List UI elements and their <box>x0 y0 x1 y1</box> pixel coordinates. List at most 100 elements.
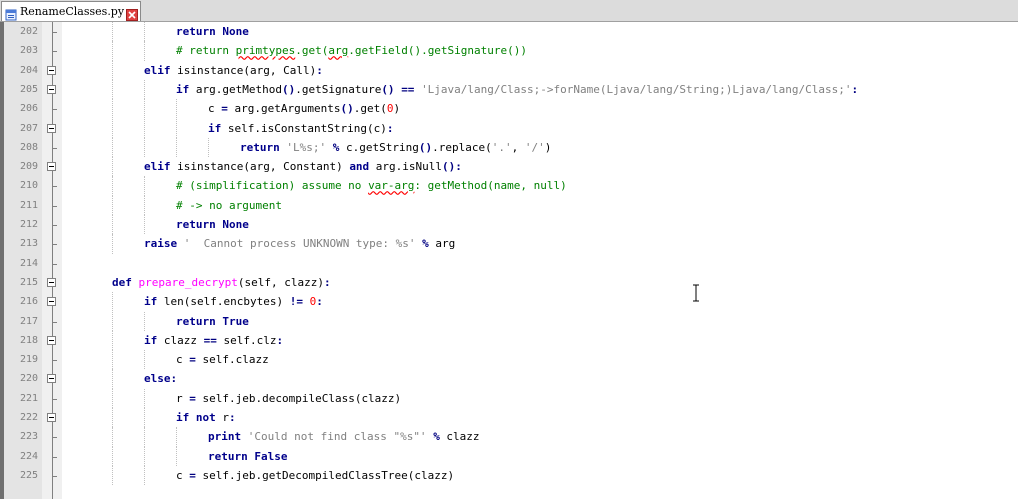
code-token: .replace( <box>432 140 492 154</box>
code-token: return <box>208 449 248 463</box>
fold-toggle-icon[interactable] <box>47 335 56 345</box>
fold-toggle-icon[interactable] <box>47 65 56 75</box>
code-line[interactable]: r = self.jeb.decompileClass(clazz) <box>176 389 401 408</box>
code-token: 'L%s;' <box>286 140 327 154</box>
code-token: arg.getMethod <box>189 82 282 96</box>
code-token: () <box>418 140 433 154</box>
tab-bar: RenameClasses.py <box>0 0 1018 22</box>
code-token: # return <box>176 44 236 58</box>
code-token: () <box>281 82 296 96</box>
fold-tick <box>52 437 57 439</box>
code-line[interactable]: return 'L%s;' % c.getString().replace('.… <box>240 138 551 157</box>
code-line[interactable]: if not r: <box>176 408 236 427</box>
code-token: # -> no argument <box>176 198 282 212</box>
fold-toggle-icon[interactable] <box>47 123 56 133</box>
code-token: 'Could not find class "%s"' <box>247 430 427 444</box>
line-number: 221 <box>19 392 38 404</box>
text-cursor-icon <box>692 284 700 302</box>
indent-guide <box>112 311 113 331</box>
tab-renameclasses[interactable]: RenameClasses.py <box>1 1 142 21</box>
indent-guide <box>112 215 113 235</box>
indent-guide <box>144 311 145 331</box>
code-line[interactable]: return None <box>176 215 249 234</box>
code-token: clazz <box>439 430 480 444</box>
indent-guide <box>112 137 113 158</box>
fold-tick <box>52 147 57 149</box>
fold-tick <box>52 398 57 400</box>
code-line[interactable]: # (simplification) assume no var-arg: ge… <box>176 176 567 195</box>
code-token: raise <box>144 237 178 251</box>
tab-label: RenameClasses.py <box>20 5 125 18</box>
code-line[interactable]: return True <box>176 312 249 331</box>
code-token: .get( <box>295 44 329 58</box>
code-token: c <box>176 353 190 367</box>
document-icon <box>5 6 17 20</box>
indent-guide <box>112 41 113 61</box>
line-number: 215 <box>19 276 38 288</box>
code-line[interactable]: if arg.getMethod().getSignature() == 'Lj… <box>176 80 858 99</box>
code-line[interactable]: # return primtypes.get(arg.getField().ge… <box>176 41 527 60</box>
code-line[interactable]: c = self.jeb.getDecompiledClassTree(claz… <box>176 466 454 485</box>
line-number: 218 <box>19 334 38 346</box>
code-line[interactable]: else: <box>144 369 177 388</box>
indent-guide <box>144 79 145 100</box>
code-token: prepare_decrypt <box>138 275 238 289</box>
fold-toggle-icon[interactable] <box>47 297 56 307</box>
code-line[interactable]: # -> no argument <box>176 196 282 215</box>
line-number: 220 <box>19 373 38 385</box>
code-line[interactable]: c = arg.getArguments().get(0) <box>208 99 400 118</box>
code-token: clazz <box>157 333 204 347</box>
code-token: () <box>340 102 354 116</box>
code-token: None <box>222 218 249 231</box>
fold-toggle-icon[interactable] <box>47 162 56 172</box>
code-token: = <box>189 468 196 482</box>
code-token: var-arg <box>368 179 415 193</box>
code-line[interactable]: if self.isConstantString(c): <box>208 119 393 138</box>
line-number: 204 <box>19 64 38 76</box>
code-token: print <box>208 430 242 444</box>
fold-toggle-icon[interactable] <box>47 277 56 287</box>
code-line[interactable]: elif isinstance(arg, Constant) and arg.i… <box>144 157 462 176</box>
code-token: : <box>851 82 859 96</box>
close-icon[interactable] <box>126 6 139 21</box>
fold-tick <box>52 32 57 33</box>
fold-toggle-icon[interactable] <box>47 374 56 384</box>
code-token: ' Cannot process UNKNOWN type: %s' <box>183 237 416 251</box>
line-number: 206 <box>19 103 38 115</box>
fold-tick <box>52 244 57 246</box>
line-number-margin: 202 203 204 205 206 207 208 209 210 211 212 213 214 2… <box>4 22 42 499</box>
code-line[interactable]: raise ' Cannot process UNKNOWN type: %s'… <box>144 234 455 253</box>
code-token: def <box>112 275 132 289</box>
code-token: arg.getArguments <box>227 102 341 116</box>
indent-guide <box>112 446 113 466</box>
fold-toggle-icon[interactable] <box>47 413 56 422</box>
fold-toggle-icon[interactable] <box>47 84 56 94</box>
code-line[interactable]: if len(self.encbytes) != 0: <box>144 292 323 311</box>
line-number: 207 <box>19 122 38 134</box>
code-line[interactable]: print 'Could not find class "%s"' % claz… <box>208 427 480 446</box>
line-number: 214 <box>19 257 38 269</box>
indent-guide <box>144 118 145 138</box>
code-token: '/' <box>524 140 545 154</box>
code-line[interactable]: return False <box>208 447 288 466</box>
code-editor[interactable]: 202 203 204 205 206 207 208 209 210 211 212 213 214 2… <box>0 22 1018 499</box>
indent-guide <box>112 79 113 100</box>
code-line[interactable]: def prepare_decrypt(self, clazz): <box>112 273 331 292</box>
code-line[interactable]: return None <box>176 22 249 41</box>
line-number: 203 <box>19 45 38 57</box>
code-line[interactable]: c = self.clazz <box>176 350 269 369</box>
indent-guide <box>112 388 113 408</box>
indent-guide <box>144 176 145 196</box>
code-token: == <box>401 82 415 96</box>
code-token: return <box>176 218 216 231</box>
code-token: self.isConstantString(c) <box>221 121 387 135</box>
line-number: 202 <box>19 26 38 37</box>
indent-guide <box>112 157 113 177</box>
indent-guide <box>176 427 177 447</box>
code-line[interactable]: if clazz == self.clz: <box>144 331 283 350</box>
code-line[interactable]: elif isinstance(arg, Call): <box>144 61 323 80</box>
indent-guide <box>144 215 145 235</box>
code-token: % <box>433 430 440 444</box>
code-token: c.getString <box>339 140 419 154</box>
